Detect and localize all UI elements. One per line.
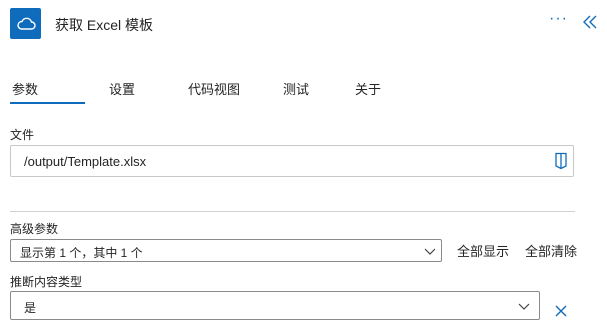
infer-types-label: 推断内容类型 xyxy=(10,275,83,289)
show-all-button[interactable]: 全部显示 xyxy=(457,241,509,260)
chevron-down-icon xyxy=(518,303,530,310)
app-icon xyxy=(10,8,41,39)
infer-types-dropdown[interactable]: 是 xyxy=(10,291,540,320)
tab-parameters[interactable]: 参数 xyxy=(12,79,38,98)
tab-about[interactable]: 关于 xyxy=(355,79,381,98)
page-title: 获取 Excel 模板 xyxy=(55,17,154,33)
cloud-icon xyxy=(16,17,36,30)
advanced-params-value: 显示第 1 个，其中 1 个 xyxy=(20,246,143,260)
tab-testing[interactable]: 测试 xyxy=(283,79,309,98)
advanced-params-label: 高级参数 xyxy=(10,222,59,236)
file-input-value: /output/Template.xlsx xyxy=(24,154,147,169)
file-label: 文件 xyxy=(10,128,35,142)
infer-types-value: 是 xyxy=(24,301,37,315)
file-input[interactable]: /output/Template.xlsx xyxy=(10,145,574,177)
tab-settings[interactable]: 设置 xyxy=(109,79,135,98)
clear-all-button[interactable]: 全部清除 xyxy=(525,241,577,260)
collapse-panel-icon[interactable] xyxy=(582,14,598,30)
file-picker-icon[interactable] xyxy=(553,152,569,170)
chevron-down-icon xyxy=(424,248,436,255)
more-options-button[interactable]: ··· xyxy=(549,10,568,28)
advanced-params-dropdown[interactable]: 显示第 1 个，其中 1 个 xyxy=(10,239,442,262)
active-tab-indicator xyxy=(10,102,85,104)
remove-parameter-icon[interactable] xyxy=(554,304,568,318)
divider xyxy=(10,211,575,212)
tab-code-view[interactable]: 代码视图 xyxy=(188,79,240,98)
